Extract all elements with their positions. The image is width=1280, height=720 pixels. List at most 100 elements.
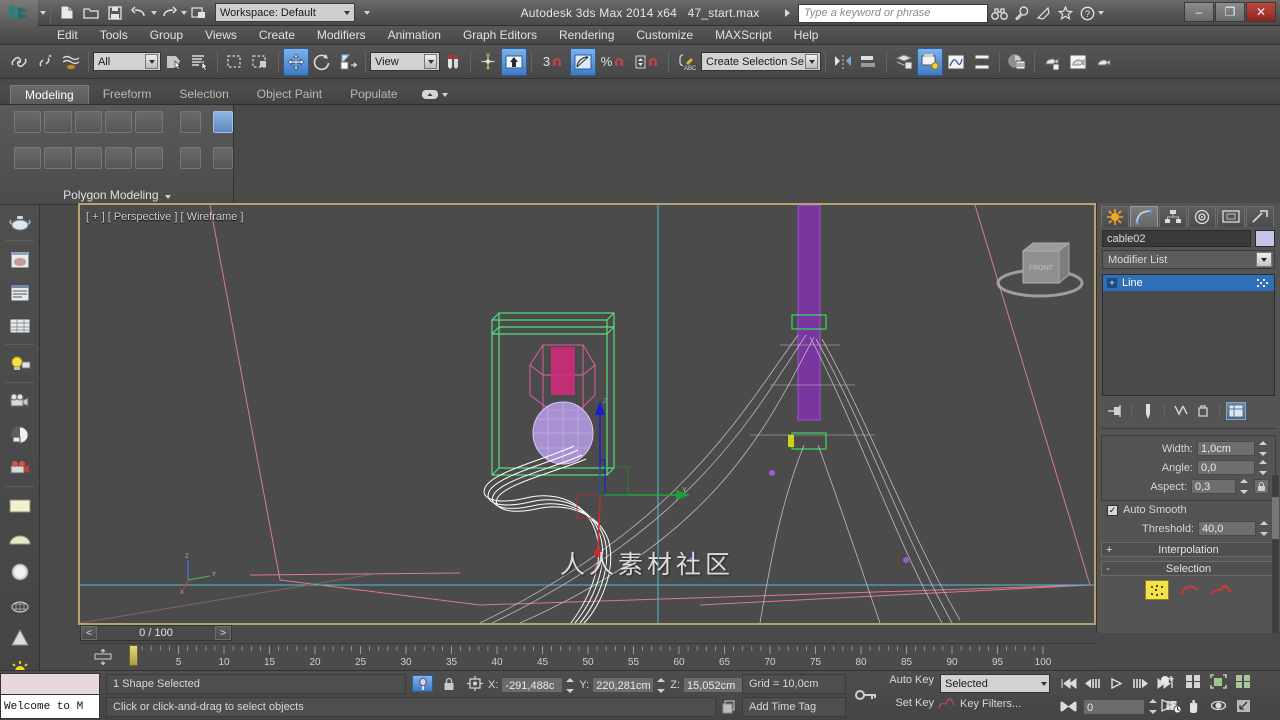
minimize-button[interactable]: – — [1184, 2, 1214, 22]
light-icon[interactable] — [2, 347, 38, 380]
key-filters-button[interactable]: Key Filters... — [960, 698, 1021, 710]
object-name-input[interactable]: cable02 — [1102, 230, 1251, 247]
render-iterative-icon[interactable] — [1091, 48, 1117, 76]
wire-teapot-icon[interactable] — [2, 588, 38, 621]
aspect-spinner[interactable] — [1240, 479, 1250, 494]
play-animation-icon[interactable] — [1106, 675, 1127, 692]
tab-object-paint[interactable]: Object Paint — [243, 85, 336, 104]
close-button[interactable]: ✕ — [1246, 2, 1276, 22]
expand-modifier-icon[interactable]: + — [1107, 278, 1117, 288]
orbit-icon[interactable] — [1208, 697, 1229, 714]
zoom-icon[interactable] — [1158, 673, 1179, 690]
rectangular-selection-region-icon[interactable] — [222, 48, 248, 76]
viewport-label[interactable]: [ + ] [ Perspective ] [ Wireframe ] — [86, 211, 243, 223]
ribbon-repeat-last-icon[interactable] — [14, 147, 42, 169]
open-mini-curve-editor-icon[interactable] — [92, 648, 114, 666]
plane-icon[interactable] — [2, 489, 38, 522]
maximize-button[interactable]: ❐ — [1215, 2, 1245, 22]
menu-item-customize[interactable]: Customize — [625, 26, 704, 45]
select-and-move-icon[interactable] — [283, 47, 309, 76]
modifier-stack[interactable]: + Line — [1102, 274, 1275, 396]
go-to-start-icon[interactable] — [1058, 675, 1079, 692]
time-slider-handle[interactable] — [129, 645, 138, 666]
bind-to-space-warp-icon[interactable] — [58, 48, 84, 76]
ribbon-ring-mode-icon[interactable] — [135, 147, 163, 169]
shading-icon[interactable] — [2, 418, 38, 451]
rollout-selection[interactable]: - Selection — [1101, 561, 1276, 576]
render-preview-icon[interactable] — [2, 243, 38, 276]
show-end-result-icon[interactable] — [1138, 402, 1158, 420]
render-frame-window-icon[interactable] — [1065, 48, 1091, 76]
ribbon-polygon-icon[interactable] — [135, 111, 163, 133]
undo-icon[interactable] — [127, 2, 151, 24]
redo-icon[interactable] — [157, 2, 181, 24]
reference-coordinate-dropdown[interactable]: View — [370, 52, 440, 71]
width-spinner[interactable] — [1259, 441, 1269, 456]
spreadsheet-icon[interactable] — [2, 309, 38, 342]
menu-item-graph-editors[interactable]: Graph Editors — [452, 26, 548, 45]
project-folder-icon[interactable] — [187, 2, 211, 24]
selection-collapse-icon[interactable]: - — [1106, 563, 1110, 575]
cone-icon[interactable] — [2, 621, 38, 654]
param-value-width[interactable]: 1,0cm — [1197, 441, 1255, 456]
create-tab-icon[interactable] — [1101, 206, 1129, 227]
lock-selection-set-icon[interactable] — [438, 675, 459, 692]
vertex-sub-object-icon[interactable] — [1145, 580, 1169, 600]
ribbon-paint-deform-icon[interactable] — [212, 147, 234, 169]
z-coordinate-input[interactable]: 15,052cm — [682, 677, 745, 693]
make-unique-icon[interactable] — [1171, 402, 1191, 420]
tab-modeling[interactable]: Modeling — [10, 85, 89, 104]
menu-item-help[interactable]: Help — [783, 26, 830, 45]
menu-item-create[interactable]: Create — [248, 26, 306, 45]
pan-icon[interactable] — [1183, 697, 1204, 714]
favorites-star-icon[interactable] — [1054, 3, 1076, 23]
hierarchy-tab-icon[interactable] — [1159, 206, 1187, 227]
percent-snap-angle-icon[interactable] — [570, 47, 596, 76]
param-value-angle[interactable]: 0,0 — [1197, 460, 1255, 475]
track-bar[interactable]: 0510152025303540455055606570758085909510… — [78, 643, 1096, 671]
next-frame-icon[interactable] — [1130, 675, 1151, 692]
named-selection-sets-dropdown[interactable]: Create Selection Se — [701, 52, 821, 71]
current-frame-display[interactable]: 0 / 100 — [97, 627, 215, 639]
key-mode-dropdown[interactable]: Selected — [940, 674, 1050, 693]
app-logo-icon[interactable] — [0, 0, 38, 26]
menu-item-modifiers[interactable]: Modifiers — [306, 26, 377, 45]
remove-modifier-icon[interactable] — [1193, 402, 1213, 420]
menu-item-rendering[interactable]: Rendering — [548, 26, 625, 45]
current-key-frame-input[interactable]: 0 — [1083, 698, 1145, 715]
open-file-icon[interactable] — [79, 2, 103, 24]
interpolation-expand-icon[interactable]: + — [1106, 544, 1112, 556]
key-curve-icon[interactable] — [938, 697, 955, 711]
workspace-menu-icon[interactable] — [355, 2, 379, 24]
list-panel-icon[interactable] — [2, 276, 38, 309]
unlink-selection-icon[interactable] — [32, 48, 58, 76]
command-panel-scrollbar[interactable] — [1272, 475, 1279, 633]
menu-item-animation[interactable]: Animation — [377, 26, 452, 45]
sphere-icon[interactable] — [2, 555, 38, 588]
ribbon-vertex-icon[interactable] — [44, 111, 72, 133]
ribbon-border-icon[interactable] — [105, 111, 133, 133]
segment-sub-object-icon[interactable] — [1177, 580, 1201, 600]
render-setup-icon[interactable] — [917, 47, 943, 76]
ribbon-minimize-toggle[interactable] — [412, 85, 458, 104]
help-icon[interactable]: ? — [1076, 3, 1098, 23]
window-crossing-icon[interactable] — [248, 48, 274, 76]
search-expand-caret-icon[interactable] — [776, 3, 798, 23]
selection-filter-dropdown[interactable]: All — [93, 52, 161, 71]
curve-editor-icon[interactable] — [943, 48, 969, 76]
edit-named-selection-sets-icon[interactable]: ABC — [673, 48, 699, 76]
ribbon-loop-mode-icon[interactable] — [105, 147, 133, 169]
percent-snap-toggle-icon[interactable]: % — [596, 48, 630, 76]
logo-dropdown-caret-icon[interactable] — [40, 10, 46, 15]
param-value-aspect[interactable]: 0,3 — [1191, 479, 1236, 494]
layer-explorer-icon[interactable] — [891, 48, 917, 76]
angle-snap-toggle-icon[interactable]: 3 — [536, 48, 570, 76]
menu-item-views[interactable]: Views — [194, 26, 248, 45]
modifier-stack-item-line[interactable]: + Line — [1103, 275, 1274, 291]
ribbon-generate-topology-icon[interactable] — [179, 111, 202, 133]
select-by-name-icon[interactable] — [187, 48, 213, 76]
field-of-view-icon[interactable] — [1158, 697, 1179, 714]
help-caret-icon[interactable] — [1098, 11, 1104, 15]
add-time-tag-icon[interactable] — [718, 698, 739, 715]
pin-stack-icon[interactable] — [1105, 402, 1125, 420]
